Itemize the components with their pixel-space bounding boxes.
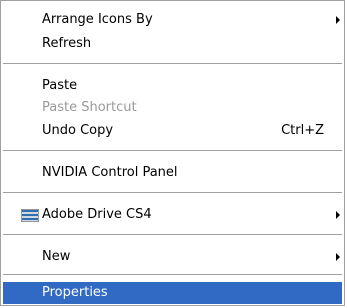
menu-item-label: Arrange Icons By (42, 12, 153, 27)
menu-item-nvidia-control-panel[interactable]: NVIDIA Control Panel (3, 162, 342, 184)
menu-item-shortcut: Ctrl+Z (281, 123, 324, 138)
menu-separator (3, 192, 342, 193)
menu-item-label: Refresh (42, 36, 92, 51)
menu-item-paste[interactable]: Paste (3, 75, 342, 97)
menu-item-adobe-drive-cs4[interactable]: Adobe Drive CS4 (3, 204, 342, 226)
menu-separator (3, 63, 342, 64)
menu-item-label: New (42, 249, 71, 264)
menu-item-refresh[interactable]: Refresh (3, 33, 342, 55)
menu-item-properties[interactable]: Properties (3, 282, 342, 304)
menu-item-label: NVIDIA Control Panel (42, 165, 178, 180)
menu-item-label: Paste Shortcut (42, 100, 137, 115)
menu-item-undo-copy[interactable]: Undo Copy Ctrl+Z (3, 120, 342, 142)
menu-separator (3, 150, 342, 151)
menu-item-arrange-icons-by[interactable]: Arrange Icons By (3, 9, 342, 31)
menu-separator (3, 234, 342, 235)
menu-item-label: Paste (42, 78, 78, 93)
menu-item-label: Undo Copy (42, 123, 114, 138)
submenu-arrow-icon (336, 16, 340, 24)
menu-item-label: Properties (42, 285, 108, 300)
menu-separator (3, 274, 342, 275)
adobe-drive-icon (21, 209, 39, 222)
menu-item-paste-shortcut[interactable]: Paste Shortcut (3, 97, 342, 119)
context-menu: Arrange Icons By Refresh Paste Paste Sho… (0, 0, 345, 306)
menu-item-new[interactable]: New (3, 246, 342, 268)
submenu-arrow-icon (336, 211, 340, 219)
menu-item-label: Adobe Drive CS4 (42, 207, 152, 222)
submenu-arrow-icon (336, 253, 340, 261)
